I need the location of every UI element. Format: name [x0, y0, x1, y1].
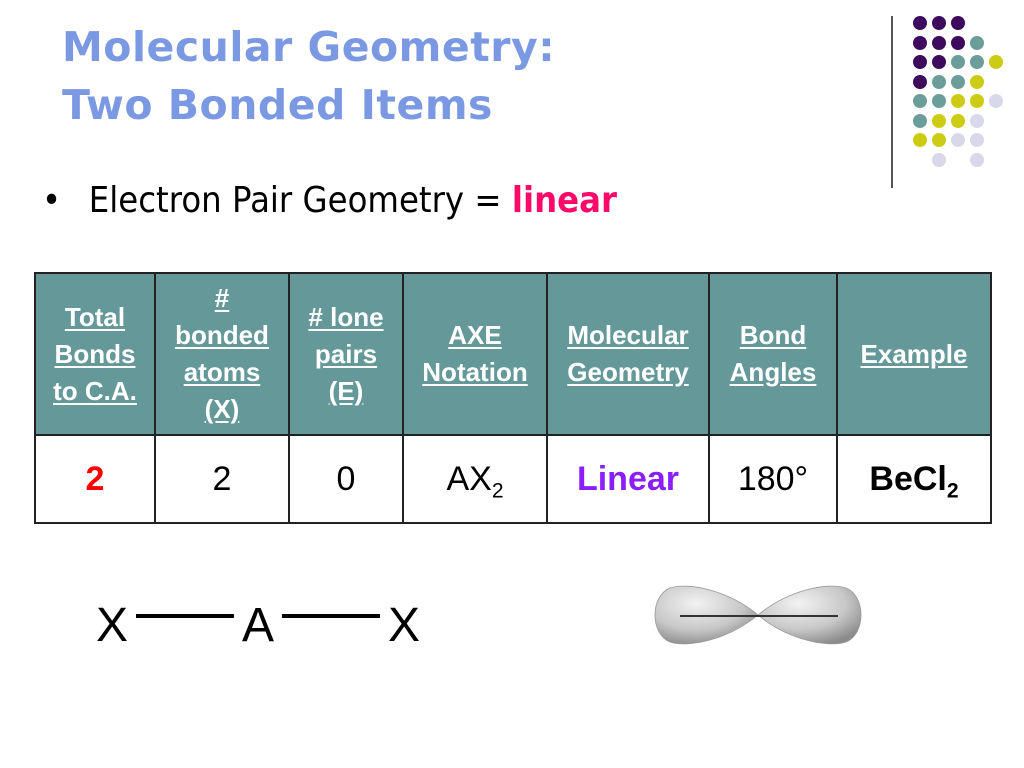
header-lone-pairs: # lone pairs (E) — [288, 272, 404, 436]
header-molecular-geometry: Molecular Geometry — [546, 272, 710, 436]
geometry-table: Total Bonds to C.A. # bonded atoms (X) #… — [34, 272, 992, 524]
table-header-row: Total Bonds to C.A. # bonded atoms (X) #… — [34, 272, 992, 436]
header-bond-angles: Bond Angles — [708, 272, 838, 436]
decorative-dot — [989, 94, 1003, 108]
decorative-dot — [913, 74, 927, 89]
decorative-dot — [913, 94, 927, 108]
decorative-dot — [913, 55, 927, 69]
cell-example: BeCl2 — [836, 434, 992, 524]
right-atom: X — [388, 599, 421, 652]
bullet-icon: • — [42, 180, 62, 221]
decorative-dot — [951, 35, 965, 50]
cell-lone-pairs: 0 — [288, 434, 404, 524]
decorative-dot — [932, 94, 946, 108]
lewis-structure-diagram: X A X — [96, 598, 420, 653]
decorative-dot — [913, 16, 927, 30]
decorative-dot — [932, 133, 946, 147]
decorative-dot — [951, 55, 965, 69]
title-line-1: Molecular Geometry: — [62, 23, 556, 71]
decorative-dot — [913, 113, 927, 128]
header-total-bonds: Total Bonds to C.A. — [34, 272, 156, 436]
center-atom: A — [242, 599, 275, 652]
decorative-dot — [932, 113, 946, 128]
table-row: 2 2 0 AX2 Linear 180° BeCl2 — [34, 434, 992, 524]
decorative-dot — [970, 35, 984, 50]
decorative-dot — [970, 94, 984, 108]
bullet-text: Electron Pair Geometry = — [88, 180, 512, 221]
decorative-dot — [913, 133, 927, 147]
decorative-dot — [932, 55, 946, 69]
left-bond-line — [136, 613, 235, 618]
decorative-dot — [951, 133, 965, 147]
left-atom: X — [96, 599, 129, 652]
cell-total-bonds: 2 — [34, 434, 156, 524]
bullet-accent-text: linear — [511, 180, 617, 221]
slide-title: Molecular Geometry: Two Bonded Items — [62, 18, 555, 134]
header-example: Example — [836, 272, 992, 436]
decorative-dot — [932, 152, 946, 167]
decorative-dot — [970, 55, 984, 69]
decorative-dot — [932, 35, 946, 50]
header-axe-notation: AXE Notation — [402, 272, 548, 436]
decorative-dot — [951, 16, 965, 30]
decorative-dot — [951, 113, 965, 128]
cell-molecular-geometry: Linear — [546, 434, 710, 524]
cell-bonded-atoms: 2 — [154, 434, 290, 524]
decorative-dot — [970, 152, 984, 167]
decorative-dot — [913, 35, 927, 50]
decorative-dot — [932, 74, 946, 89]
decorative-dot — [951, 74, 965, 89]
cell-bond-angle: 180° — [708, 434, 838, 524]
cell-axe-notation: AX2 — [402, 434, 548, 524]
decorative-dot — [932, 16, 946, 30]
decorative-divider — [891, 16, 893, 188]
linear-orbital-lobes-image — [654, 585, 862, 645]
header-bonded-atoms: # bonded atoms (X) — [154, 272, 290, 436]
bullet-item: • Electron Pair Geometry = linear — [42, 180, 617, 221]
right-bond-line — [282, 613, 381, 618]
decorative-dot — [970, 74, 984, 89]
decorative-dot — [970, 133, 984, 147]
title-line-2: Two Bonded Items — [62, 81, 493, 129]
decorative-dot — [970, 113, 984, 128]
decorative-dot — [951, 94, 965, 108]
decorative-dot — [989, 55, 1003, 69]
